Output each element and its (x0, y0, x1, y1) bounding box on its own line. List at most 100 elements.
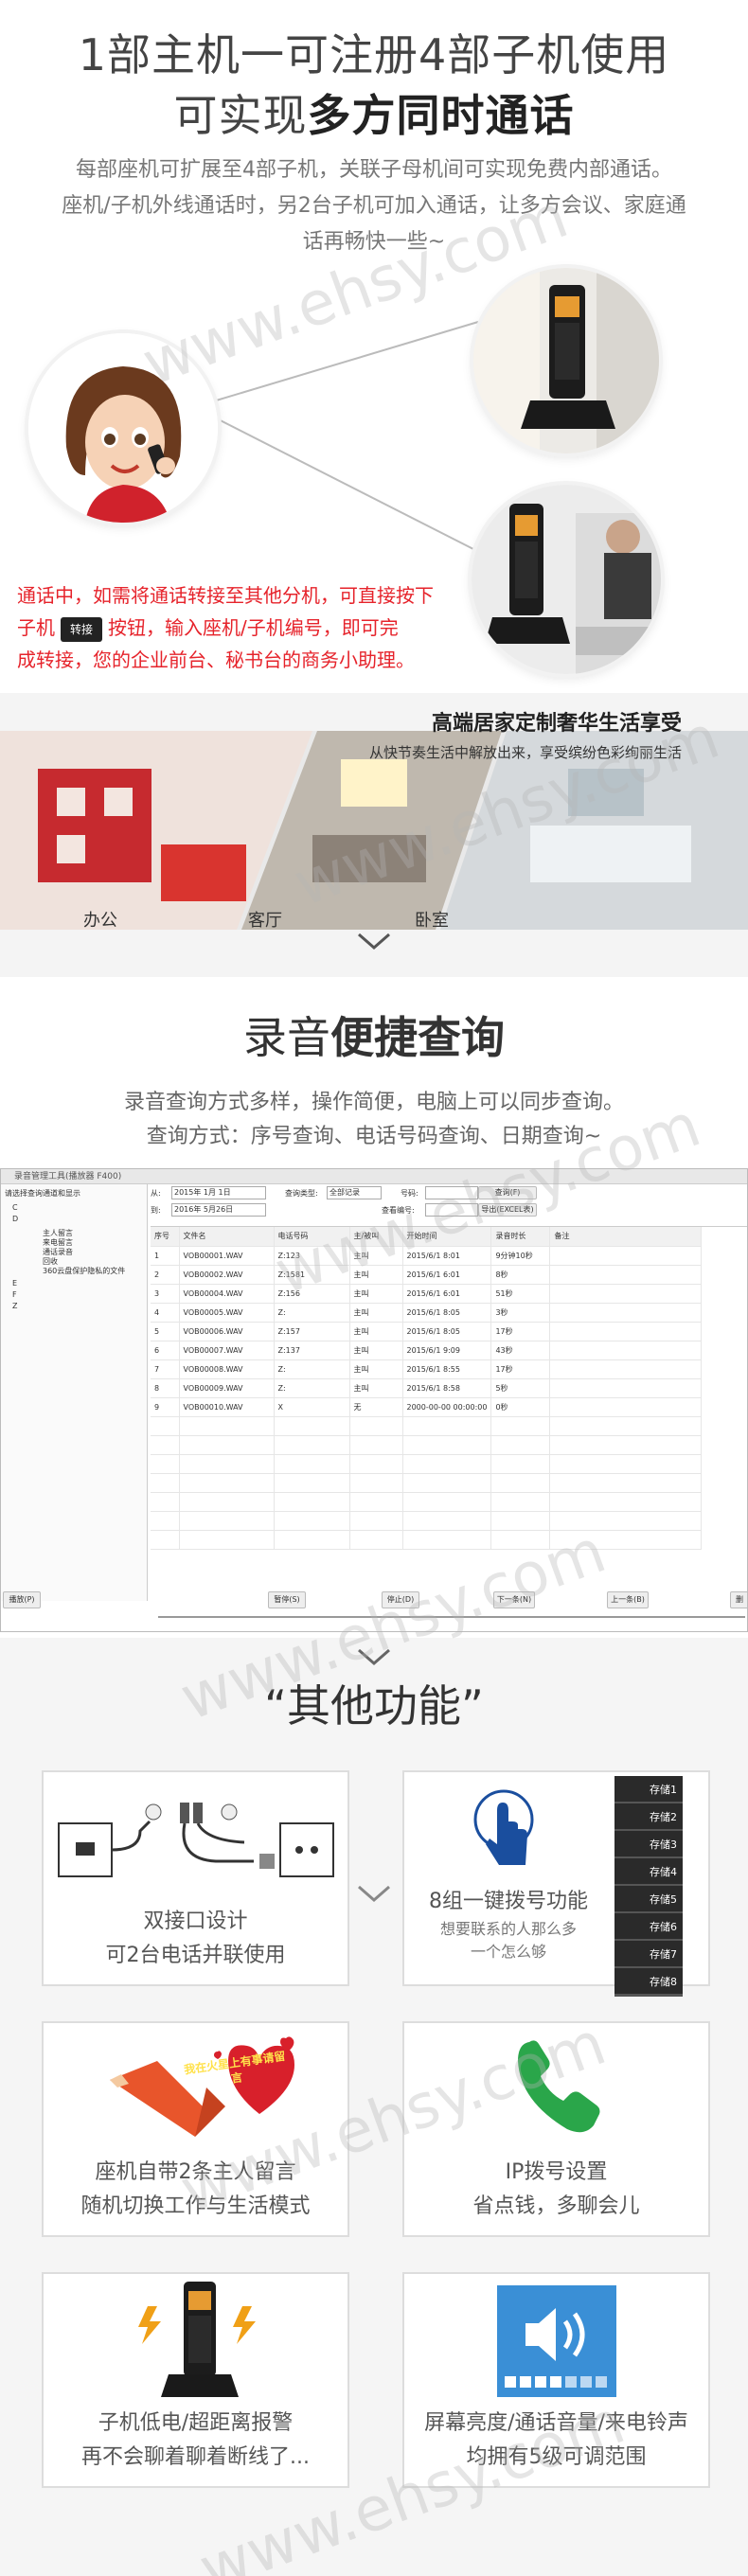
card2-text: 8组一键拨号功能 想要联系的人那么多 一个怎么够 (404, 1886, 613, 1963)
tree-item-f[interactable]: F (12, 1290, 17, 1299)
table-cell: 主叫 (349, 1284, 403, 1304)
speed-dial-key: 存储2 (614, 1803, 683, 1832)
table-cell: VOB00008.WAV (179, 1359, 275, 1379)
card2-line1: 8组一键拨号功能 (429, 1890, 588, 1913)
to-date-input[interactable]: 2016年 5月26日 (171, 1203, 266, 1217)
recording-title-bold: 便捷查询 (330, 1012, 505, 1063)
table-cell: 5秒 (490, 1378, 551, 1398)
table-cell: Z:157 (274, 1322, 350, 1341)
table-cell: VOB00004.WAV (179, 1284, 275, 1304)
column-header[interactable]: 序号 (151, 1227, 180, 1247)
empty-row (151, 1511, 703, 1531)
from-label: 从: (151, 1189, 161, 1198)
card4-text: IP拨号设置 省点钱，多聊会儿 (404, 2156, 708, 2224)
records-table: 序号 文件名 电话号码 主/被叫 开始时间 录音时长 备注 1 VOB00001.WAV Z:1… (151, 1227, 703, 1550)
card1-text: 双接口设计 可2台电话并联使用 (44, 1905, 347, 1973)
tree-item-e[interactable]: E (12, 1279, 17, 1288)
table-cell: VOB00005.WAV (179, 1303, 275, 1323)
table-cell: 9分钟10秒 (490, 1246, 551, 1266)
play-button[interactable]: 播放(P) (3, 1591, 41, 1608)
tree-item-cloud[interactable]: 360云盘保护隐私的文件 (43, 1266, 125, 1276)
table-cell (549, 1284, 703, 1304)
table-cell: 2 (151, 1265, 180, 1285)
handset-photo-top (473, 268, 659, 453)
instruction-line3: 成转接，您的企业前台、秘书台的商务小助理。 (17, 648, 415, 671)
table-cell: VOB00010.WAV (179, 1397, 275, 1417)
tree-item-d[interactable]: D (12, 1215, 18, 1223)
table-row[interactable]: 5 VOB00006.WAV Z:157 主叫 2015/6/1 8:05 17秒 (151, 1322, 703, 1341)
pause-button[interactable]: 暂停(S) (268, 1591, 306, 1608)
touch-hand-icon (473, 1789, 534, 1865)
table-cell: 2015/6/1 9:09 (402, 1341, 492, 1360)
column-header[interactable]: 备注 (549, 1227, 703, 1247)
table-cell: Z: (274, 1303, 350, 1323)
column-header[interactable]: 文件名 (179, 1227, 275, 1247)
table-cell: 9 (151, 1397, 180, 1417)
room-label-office: 办公 (83, 911, 117, 931)
table-row[interactable]: 6 VOB00007.WAV Z:137 主叫 2015/6/1 9:09 43秒 (151, 1341, 703, 1360)
card-dual-port: 双接口设计 可2台电话并联使用 (42, 1770, 349, 1986)
records-table-wrap: 序号 文件名 电话号码 主/被叫 开始时间 录音时长 备注 1 VOB00001.WAV Z:1… (151, 1226, 747, 1588)
table-cell: 3秒 (490, 1303, 551, 1323)
handset-alert-icon (138, 2282, 256, 2397)
card2-line2: 想要联系的人那么多 (439, 1920, 577, 1938)
prev-button[interactable]: 上一条(B) (607, 1591, 649, 1608)
table-row[interactable]: 4 VOB00005.WAV Z: 主叫 2015/6/1 8:05 3秒 (151, 1303, 703, 1323)
delete-button[interactable]: 删 (730, 1591, 747, 1608)
table-row[interactable]: 9 VOB00010.WAV X 无 2000-00-00 00:00:00 0秒 (151, 1397, 703, 1417)
empty-row (151, 1530, 703, 1550)
table-cell: 43秒 (490, 1341, 551, 1360)
table-cell: 主叫 (349, 1378, 403, 1398)
table-cell (549, 1397, 703, 1417)
other-features-title: “其他功能” (264, 1680, 484, 1732)
table-cell: 5 (151, 1322, 180, 1341)
table-cell: 主叫 (349, 1359, 403, 1379)
table-cell: 51秒 (490, 1284, 551, 1304)
table-cell: VOB00009.WAV (179, 1378, 275, 1398)
table-cell: 8 (151, 1378, 180, 1398)
card5-text: 子机低电/超距离报警 再不会聊着聊着断线了... (44, 2407, 347, 2475)
from-date-input[interactable]: 2015年 1月 1日 (171, 1186, 266, 1199)
chevron-down-icon (358, 933, 390, 950)
card2-line3: 一个怎么够 (470, 1943, 546, 1961)
table-row[interactable]: 2 VOB00002.WAV Z:1581 主叫 2015/6/1 6:01 8秒 (151, 1265, 703, 1285)
recording-title-plain: 录音 (243, 1012, 330, 1063)
card1-line2: 可2台电话并联使用 (105, 1944, 286, 1967)
table-cell (549, 1246, 703, 1266)
table-row[interactable]: 8 VOB00009.WAV Z: 主叫 2015/6/1 8:58 5秒 (151, 1378, 703, 1398)
type-select[interactable]: 全部记录 (327, 1186, 382, 1199)
table-cell: VOB00001.WAV (179, 1246, 275, 1266)
to-label: 到: (151, 1206, 161, 1215)
speed-dial-key: 存储6 (614, 1913, 683, 1942)
dual-port-icon (58, 1803, 334, 1877)
tree-item-c[interactable]: C (12, 1203, 18, 1212)
speed-dial-key: 存储8 (614, 1968, 683, 1997)
card5-line1: 子机低电/超距离报警 (98, 2411, 294, 2435)
transfer-key-icon: 转接 (61, 616, 102, 642)
empty-row (151, 1454, 703, 1474)
instruction-line2: 子机 转接 按钮，输入座机/子机编号，即可完 (17, 612, 462, 644)
table-cell: 4 (151, 1303, 180, 1323)
tree-header: 请选择查询通道和显示 (5, 1189, 80, 1198)
table-cell: 2015/6/1 8:05 (402, 1303, 492, 1323)
instruction-line2-a: 子机 (17, 616, 55, 639)
empty-row (151, 1435, 703, 1455)
table-cell: 1 (151, 1246, 180, 1266)
card-low-battery: 子机低电/超距离报警 再不会聊着聊着断线了... (42, 2272, 349, 2488)
speed-dial-key: 存储3 (614, 1831, 683, 1859)
table-row[interactable]: 7 VOB00008.WAV Z: 主叫 2015/6/1 8:55 17秒 (151, 1359, 703, 1379)
table-cell (549, 1322, 703, 1341)
handset-photo-office (472, 485, 661, 674)
card4-line1: IP拨号设置 (505, 2160, 608, 2184)
type-label: 查询类型: (285, 1189, 318, 1198)
speed-dial-key: 存储5 (614, 1886, 683, 1914)
table-cell: 17秒 (490, 1359, 551, 1379)
table-cell (549, 1265, 703, 1285)
card1-line1: 双接口设计 (143, 1910, 248, 1933)
table-cell: 2000-00-00 00:00:00 (402, 1397, 492, 1417)
table-row[interactable]: 3 VOB00004.WAV Z:156 主叫 2015/6/1 6:01 51秒 (151, 1284, 703, 1304)
table-cell (549, 1341, 703, 1360)
tree-item-z[interactable]: Z (12, 1302, 17, 1310)
empty-row (151, 1416, 703, 1436)
instruction-line1: 通话中，如需将通话转接至其他分机，可直接按下 (17, 584, 434, 607)
